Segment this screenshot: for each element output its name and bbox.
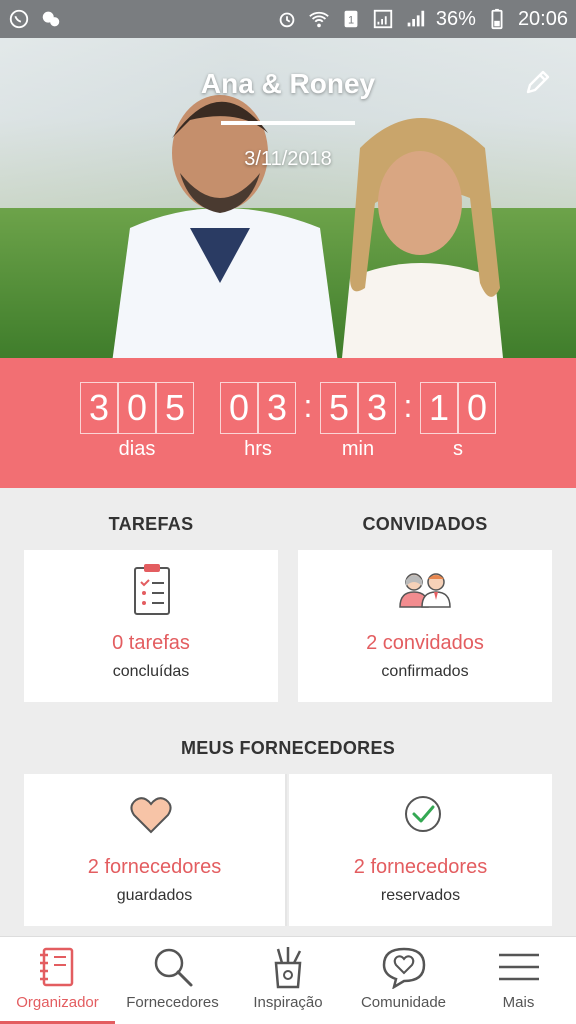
guests-title: CONVIDADOS (362, 514, 488, 534)
countdown-minutes-label: min (341, 438, 375, 460)
name-underline (221, 121, 355, 125)
nav-fornecedores[interactable]: Fornecedores (115, 937, 230, 1024)
booked-vendors-count: 2 fornecedores (353, 856, 488, 878)
couple-name: Ana & Roney (200, 68, 376, 99)
saved-vendors-count: 2 fornecedores (87, 856, 222, 878)
battery-icon (491, 8, 503, 30)
guests-card[interactable]: 2 convidados confirmados (298, 550, 552, 702)
signal-icon (373, 9, 393, 29)
checkmark-circle-icon (405, 796, 441, 832)
wedding-date: 3/11/2018 (244, 148, 332, 170)
battery-percent: 36% (435, 7, 476, 30)
bride-figure (342, 118, 503, 358)
clock: 20:06 (517, 7, 568, 30)
nav-organizador[interactable]: Organizador (0, 937, 115, 1024)
tasks-count: 0 tarefas (112, 632, 190, 654)
nav-label: Comunidade (360, 994, 447, 1011)
alarm-icon (279, 12, 295, 28)
nav-label: Inspiração (253, 994, 323, 1011)
nav-comunidade[interactable]: Comunidade (346, 937, 461, 1024)
signal-bars-icon (407, 10, 425, 27)
countdown-seconds-digit: 1 (420, 382, 458, 434)
nav-label: Mais (502, 994, 535, 1011)
nav-label: Organizador (16, 994, 99, 1011)
couple-hero: Ana & Roney 3/11/2018 (0, 38, 576, 358)
nav-inspiracao[interactable]: Inspiração (230, 937, 346, 1024)
tasks-card[interactable]: 0 tarefas concluídas (24, 550, 278, 702)
countdown-seconds-digit: 0 (458, 382, 496, 434)
countdown-minutes-digit: 5 (320, 382, 358, 434)
countdown-panel: 3 0 5 0 3 : 5 3 : 1 0 dias hrs min s (0, 358, 576, 488)
countdown-days-label: dias (118, 438, 156, 460)
bottom-navigation: Organizador Fornecedores Inspiração Comu… (0, 936, 576, 1024)
guests-count: 2 convidados (366, 632, 484, 654)
edit-pencil-icon[interactable] (522, 66, 554, 98)
wifi-icon (309, 11, 329, 28)
countdown-days-digit: 5 (156, 382, 194, 434)
booked-vendors-card[interactable]: 2 fornecedores reservados (289, 774, 552, 926)
countdown-days-digit: 3 (80, 382, 118, 434)
countdown-hours-digit: 0 (220, 382, 258, 434)
heart-icon (130, 797, 172, 834)
chat-bubbles-icon (42, 11, 60, 27)
status-bar: 1 36% 20:06 (0, 0, 576, 38)
countdown-days-digit: 0 (118, 382, 156, 434)
guests-sub: confirmados (381, 663, 469, 680)
notebook-icon (39, 947, 73, 987)
booked-vendors-sub: reservados (380, 887, 461, 904)
sim-1-icon: 1 (344, 10, 358, 28)
nav-mais[interactable]: Mais (461, 937, 576, 1024)
countdown-separator: : (303, 388, 313, 424)
countdown-seconds-label: s (453, 438, 463, 460)
pencil-cup-icon (274, 947, 302, 989)
countdown-hours-digit: 3 (258, 382, 296, 434)
saved-vendors-sub: guardados (116, 887, 193, 904)
svg-text:1: 1 (348, 15, 354, 27)
menu-icon (498, 953, 539, 981)
whatsapp-icon (9, 9, 29, 29)
search-icon (154, 948, 192, 987)
clipboard-checklist-icon (134, 564, 170, 615)
countdown-separator: : (403, 388, 413, 424)
tasks-sub: concluídas (112, 663, 190, 680)
groom-figure (112, 95, 338, 358)
nav-label: Fornecedores (126, 994, 219, 1011)
countdown-hours-label: hrs (244, 438, 272, 460)
countdown-minutes-digit: 3 (358, 382, 396, 434)
vendors-title: MEUS FORNECEDORES (180, 738, 396, 758)
saved-vendors-card[interactable]: 2 fornecedores guardados (24, 774, 287, 926)
tasks-title: TAREFAS (108, 514, 194, 534)
guests-people-icon (399, 573, 451, 608)
heart-chat-icon (382, 947, 425, 989)
